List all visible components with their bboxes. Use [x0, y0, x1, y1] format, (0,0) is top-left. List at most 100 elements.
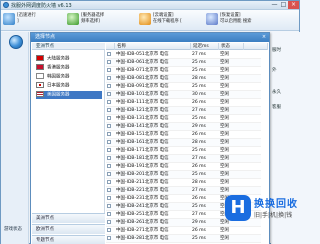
- row-checkbox[interactable]: [107, 59, 114, 67]
- column-header[interactable]: 状态: [219, 43, 244, 50]
- server-name: 中国-IDB-281北京市 电信: [116, 236, 169, 241]
- column-header[interactable]: 延迟ms: [191, 43, 219, 50]
- row-checkbox[interactable]: [107, 115, 114, 123]
- server-status: 空闲: [220, 52, 229, 57]
- column-header[interactable]: 名称: [115, 43, 191, 50]
- row-checkbox[interactable]: [107, 195, 114, 203]
- server-delay: 25 ms: [192, 84, 206, 89]
- server-status: 空闲: [220, 124, 229, 129]
- tool-label: 在线下载程序 [: [153, 19, 182, 24]
- server-delay: 26 ms: [192, 100, 206, 105]
- table-row[interactable]: 中国-IDB-141北京市 电信 29 ms 空闲: [106, 123, 261, 131]
- row-checkbox[interactable]: [107, 187, 114, 195]
- server-name: 中国-IDB-181北京市 电信: [116, 156, 169, 161]
- table-row[interactable]: 中国-IDB-101北京市 电信 30 ms 空闲: [106, 91, 261, 99]
- server-delay: 25 ms: [192, 68, 206, 73]
- server-delay: 25 ms: [192, 60, 206, 65]
- column-header[interactable]: [106, 43, 115, 50]
- table-row[interactable]: 中国-IDB-181北京市 电信 27 ms 空闲: [106, 155, 261, 163]
- server-delay: 30 ms: [192, 92, 206, 97]
- server-name: 中国-IDB-141北京市 电信: [116, 124, 169, 129]
- table-row[interactable]: 中国-IDB-111北京市 电信 26 ms 空闲: [106, 99, 261, 107]
- server-delay: 25 ms: [192, 148, 206, 153]
- close-window-button[interactable]: ×: [288, 1, 299, 9]
- server-name: 中国-IDB-051北京市 电信: [116, 52, 169, 57]
- region-header[interactable]: 亚洲节点: [32, 43, 105, 50]
- row-checkbox[interactable]: [107, 107, 114, 115]
- server-status: 空闲: [220, 60, 229, 65]
- row-checkbox[interactable]: [107, 131, 114, 139]
- row-checkbox[interactable]: [107, 91, 114, 99]
- server-label: 韩国服务器: [47, 74, 70, 80]
- server-status: 空闲: [220, 92, 229, 97]
- server-item-hongkong[interactable]: 香港服务器: [36, 64, 102, 72]
- server-status: 空闲: [220, 140, 229, 145]
- section-america[interactable]: 美洲节点: [32, 213, 105, 223]
- table-row[interactable]: 中国-IDB-161北京市 电信 28 ms 空闲: [106, 139, 261, 147]
- server-select-icon: [67, 13, 79, 25]
- server-status: 空闲: [220, 68, 229, 73]
- japan-flag-icon: [36, 82, 44, 88]
- row-checkbox[interactable]: [107, 83, 114, 91]
- table-row[interactable]: 中国-IDB-191北京市 电信 26 ms 空闲: [106, 163, 261, 171]
- server-item-korea[interactable]: 韩国服务器: [36, 73, 102, 81]
- table-row[interactable]: 中国-IDB-091北京市 电信 25 ms 空闲: [106, 83, 261, 91]
- maximize-button[interactable]: □: [279, 1, 288, 9]
- row-checkbox[interactable]: [107, 155, 114, 163]
- server-status: 空闲: [220, 164, 229, 169]
- table-row[interactable]: 中国-IDB-121北京市 电信 27 ms 空闲: [106, 107, 261, 115]
- server-delay: 29 ms: [192, 124, 206, 129]
- minimize-button[interactable]: —: [270, 1, 279, 9]
- server-delay: 26 ms: [192, 228, 206, 233]
- server-name: 中国-IDB-171北京市 电信: [116, 148, 169, 153]
- table-row[interactable]: 中国-IDB-081北京市 电信 28 ms 空闲: [106, 75, 261, 83]
- row-checkbox[interactable]: [107, 123, 114, 131]
- server-status: 空闲: [220, 84, 229, 89]
- watermark-name: 换换回收: [254, 199, 298, 210]
- globe-icon[interactable]: [9, 35, 23, 49]
- server-status: 空闲: [220, 108, 229, 113]
- table-row[interactable]: 中国-IDB-131北京市 电信 25 ms 空闲: [106, 115, 261, 123]
- server-name: 中国-IDB-111北京市 电信: [116, 100, 169, 105]
- section-special[interactable]: 专题节点: [32, 235, 105, 244]
- server-name: 中国-IDB-271北京市 电信: [116, 228, 169, 233]
- row-checkbox[interactable]: [107, 75, 114, 83]
- server-name: 中国-IDB-231北京市 电信: [116, 196, 169, 201]
- row-checkbox[interactable]: [107, 227, 114, 235]
- table-header: 名称 延迟ms 状态: [106, 43, 268, 50]
- row-checkbox[interactable]: [107, 179, 114, 187]
- table-row[interactable]: 中国-IDB-151北京市 电信 26 ms 空闲: [106, 131, 261, 139]
- server-delay: 25 ms: [192, 116, 206, 121]
- row-checkbox[interactable]: [107, 147, 114, 155]
- server-delay: 29 ms: [192, 220, 206, 225]
- row-checkbox[interactable]: [107, 235, 114, 243]
- server-name: 中国-IDB-251北京市 电信: [116, 212, 169, 217]
- section-europe[interactable]: 欧洲节点: [32, 224, 105, 234]
- dialog-title: 选择节点: [31, 33, 269, 42]
- row-checkbox[interactable]: [107, 51, 114, 59]
- server-item-mainland[interactable]: 大陆服务器: [36, 55, 102, 63]
- table-row[interactable]: 中国-IDB-171北京市 电信 25 ms 空闲: [106, 147, 261, 155]
- app-window: 找服外网调度防火墙 v6.13 — □ × [迅速进行] [服务器选择 频率选择]…: [0, 0, 301, 244]
- row-checkbox[interactable]: [107, 211, 114, 219]
- cloud-settings-icon: [139, 13, 151, 25]
- row-checkbox[interactable]: [107, 67, 114, 75]
- table-row[interactable]: 中国-IDB-051北京市 电信 27 ms 空闲: [106, 51, 261, 59]
- row-checkbox[interactable]: [107, 219, 114, 227]
- server-item-japan[interactable]: 日本服务器: [36, 82, 102, 90]
- row-checkbox[interactable]: [107, 99, 114, 107]
- row-checkbox[interactable]: [107, 163, 114, 171]
- row-checkbox[interactable]: [107, 203, 114, 211]
- table-row[interactable]: 中国-IDB-201北京市 电信 25 ms 空闲: [106, 171, 261, 179]
- row-checkbox[interactable]: [107, 171, 114, 179]
- server-item-usa[interactable]: 美国服务器: [36, 91, 102, 99]
- table-row[interactable]: 中国-IDB-061北京市 电信 25 ms 空闲: [106, 59, 261, 67]
- row-checkbox[interactable]: [107, 139, 114, 147]
- table-row[interactable]: 中国-IDB-071北京市 电信 25 ms 空闲: [106, 67, 261, 75]
- server-label: 美国服务器: [47, 92, 70, 98]
- server-name: 中国-IDB-201北京市 电信: [116, 172, 169, 177]
- dialog-close-button[interactable]: ×: [260, 34, 268, 41]
- watermark: H 换换回收 旧|手|机|换|钱: [225, 185, 301, 244]
- server-name: 中国-IDB-261北京市 电信: [116, 220, 169, 225]
- column-header-empty: [244, 43, 268, 50]
